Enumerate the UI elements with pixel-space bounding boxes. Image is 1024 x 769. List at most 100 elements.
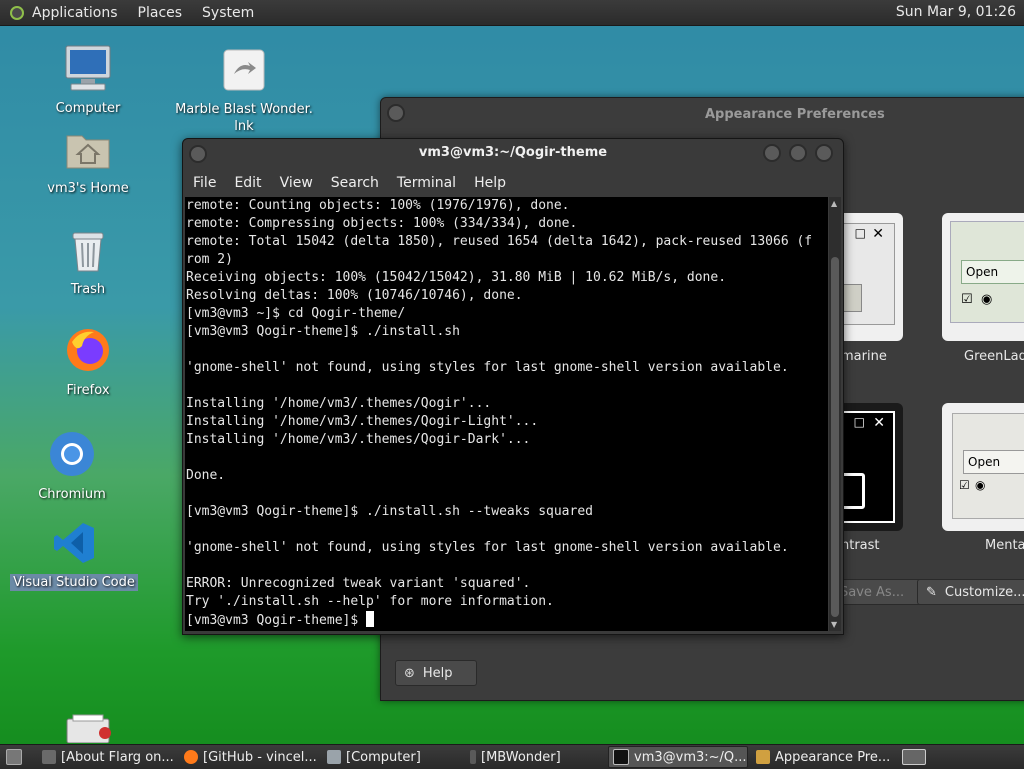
terminal-line: 'gnome-shell' not found, using styles fo… xyxy=(186,360,789,375)
trash-icon xyxy=(72,232,104,272)
places-menu[interactable]: Places xyxy=(138,5,183,21)
firefox-icon xyxy=(184,750,198,764)
preview-maximize-icon-2: □ xyxy=(853,415,865,429)
desktop-label-marble-blast: Marble Blast Wonder. lnk xyxy=(175,102,313,134)
appearance-titlebar[interactable]: Appearance Preferences xyxy=(381,98,1024,132)
preview-checkbox-icon-2: ☑ xyxy=(959,478,970,492)
preview-radio-icon: ◉ xyxy=(981,292,993,307)
desktop-icon-computer[interactable]: Computer xyxy=(33,44,143,117)
terminal-line: ERROR: Unrecognized tweak variant 'squar… xyxy=(186,576,531,591)
preview-close-icon: ✕ xyxy=(872,226,884,242)
applications-menu[interactable]: Applications xyxy=(32,5,118,21)
menu-edit[interactable]: Edit xyxy=(234,175,261,191)
customize-button[interactable]: ✎ Customize... xyxy=(917,579,1024,605)
workspace-switcher[interactable] xyxy=(898,746,928,768)
theme-name-contrast: ntrast xyxy=(841,538,880,553)
theme-name-greenlaq: GreenLaq xyxy=(964,349,1024,364)
maximize-icon[interactable] xyxy=(789,144,807,162)
desktop-label-firefox: Firefox xyxy=(66,383,110,398)
desktop-icon-vscode[interactable]: Visual Studio Code xyxy=(8,520,140,591)
terminal-prompt: [vm3@vm3 Qogir-theme]$ xyxy=(186,613,367,628)
menu-help[interactable]: Help xyxy=(474,175,506,191)
desktop-icon-home[interactable]: vm3's Home xyxy=(33,128,143,197)
save-as-button[interactable]: Save As... xyxy=(831,579,923,605)
minimize-icon[interactable] xyxy=(763,144,781,162)
terminal-title: vm3@vm3:~/Qogir-theme xyxy=(418,145,608,160)
appearance-title: Appearance Preferences xyxy=(705,107,885,122)
terminal-line: Resolving deltas: 100% (10746/10746), do… xyxy=(186,288,523,303)
task-label: vm3@vm3:~/Q... xyxy=(634,749,747,765)
task-mbwonder[interactable]: [MBWonder] xyxy=(466,746,606,768)
task-label: [About Flarg on... xyxy=(61,749,174,765)
desktop-icon-firefox[interactable]: Firefox xyxy=(33,326,143,399)
preview-checkbox-icon: ☑ xyxy=(961,292,973,307)
desktop-icon-printer[interactable] xyxy=(33,713,143,743)
terminal-prompt-line[interactable]: [vm3@vm3 Qogir-theme]$ xyxy=(186,611,828,629)
theme-card-greenlaq[interactable]: Open ☑ ◉ xyxy=(942,213,1024,341)
terminal-lines: remote: Counting objects: 100% (1976/197… xyxy=(186,197,828,611)
theme-card-menta[interactable]: Open ☑ ◉ xyxy=(942,403,1024,531)
task-github[interactable]: [GitHub - vincel... xyxy=(180,746,320,768)
task-appearance[interactable]: Appearance Pre... xyxy=(752,746,892,768)
preview-maximize-icon: □ xyxy=(854,226,866,240)
terminal-output[interactable]: remote: Counting objects: 100% (1976/197… xyxy=(185,197,828,631)
scrollbar-thumb[interactable] xyxy=(831,257,839,617)
terminal-menubar: File Edit View Search Terminal Help xyxy=(183,169,843,197)
task-computer[interactable]: [Computer] xyxy=(323,746,463,768)
terminal-line: Installing '/home/vm3/.themes/Qogir-Ligh… xyxy=(186,414,539,429)
system-menu[interactable]: System xyxy=(202,5,254,21)
clock[interactable]: Sun Mar 9, 01:26 xyxy=(896,4,1016,20)
desktop-icon-trash[interactable]: Trash xyxy=(33,229,143,298)
preview-open-button-2: Open xyxy=(963,450,1024,474)
window-menu-icon[interactable] xyxy=(387,104,405,122)
close-icon[interactable] xyxy=(815,144,833,162)
show-desktop-button[interactable] xyxy=(2,746,26,768)
desktop-icon-chromium[interactable]: Chromium xyxy=(17,430,127,503)
terminal-scrollbar[interactable]: ▲ ▼ xyxy=(829,197,841,631)
desktop-icon-marble-blast[interactable]: Marble Blast Wonder. lnk xyxy=(170,48,318,136)
chromium-icon xyxy=(50,432,94,476)
task-about-flarg[interactable]: [About Flarg on... xyxy=(38,746,176,768)
terminal-line: Installing '/home/vm3/.themes/Qogir'... xyxy=(186,396,492,411)
terminal-line: Receiving objects: 100% (15042/15042), 3… xyxy=(186,270,727,285)
computer-icon xyxy=(327,750,341,764)
task-terminal[interactable]: vm3@vm3:~/Q... xyxy=(608,746,748,768)
terminal-window-menu-icon[interactable] xyxy=(189,145,207,163)
scroll-down-icon[interactable]: ▼ xyxy=(831,620,837,629)
terminal-icon xyxy=(613,749,629,765)
terminal-line: [vm3@vm3 Qogir-theme]$ ./install.sh --tw… xyxy=(186,504,593,519)
menu-file[interactable]: File xyxy=(193,175,216,191)
desktop-label-trash: Trash xyxy=(70,282,106,297)
preview-open-label-2: Open xyxy=(968,455,1001,469)
scroll-up-icon[interactable]: ▲ xyxy=(831,199,837,208)
terminal-line: Try './install.sh --help' for more infor… xyxy=(186,594,554,609)
preview-open-button: Open xyxy=(961,260,1024,284)
desktop-label-computer: Computer xyxy=(55,101,121,116)
terminal-line: 'gnome-shell' not found, using styles fo… xyxy=(186,540,789,555)
theme-name-marine: marine xyxy=(841,349,887,364)
terminal-titlebar[interactable]: vm3@vm3:~/Qogir-theme xyxy=(183,139,843,169)
help-button[interactable]: ⊛ Help xyxy=(395,660,477,686)
terminal-window[interactable]: vm3@vm3:~/Qogir-theme File Edit View Sea… xyxy=(182,138,844,635)
workspace-icon xyxy=(902,749,926,765)
terminal-line: rom 2) xyxy=(186,252,233,267)
desktop-label-home: vm3's Home xyxy=(47,181,129,196)
save-as-label: Save As... xyxy=(840,584,905,600)
help-label: Help xyxy=(422,665,453,681)
distro-logo-icon[interactable] xyxy=(10,5,24,20)
appearance-icon xyxy=(756,750,770,764)
terminal-line: remote: Counting objects: 100% (1976/197… xyxy=(186,198,570,213)
bottom-panel: [About Flarg on... [GitHub - vincel... [… xyxy=(0,744,1024,769)
desktop-label-chromium: Chromium xyxy=(38,487,106,502)
home-folder-icon xyxy=(66,135,110,169)
desktop-label-vscode: Visual Studio Code xyxy=(10,574,138,591)
menu-view[interactable]: View xyxy=(280,175,313,191)
menu-search[interactable]: Search xyxy=(331,175,379,191)
menu-terminal[interactable]: Terminal xyxy=(397,175,456,191)
preview-close-icon-2: ✕ xyxy=(873,415,885,431)
terminal-line: [vm3@vm3 ~]$ cd Qogir-theme/ xyxy=(186,306,406,321)
